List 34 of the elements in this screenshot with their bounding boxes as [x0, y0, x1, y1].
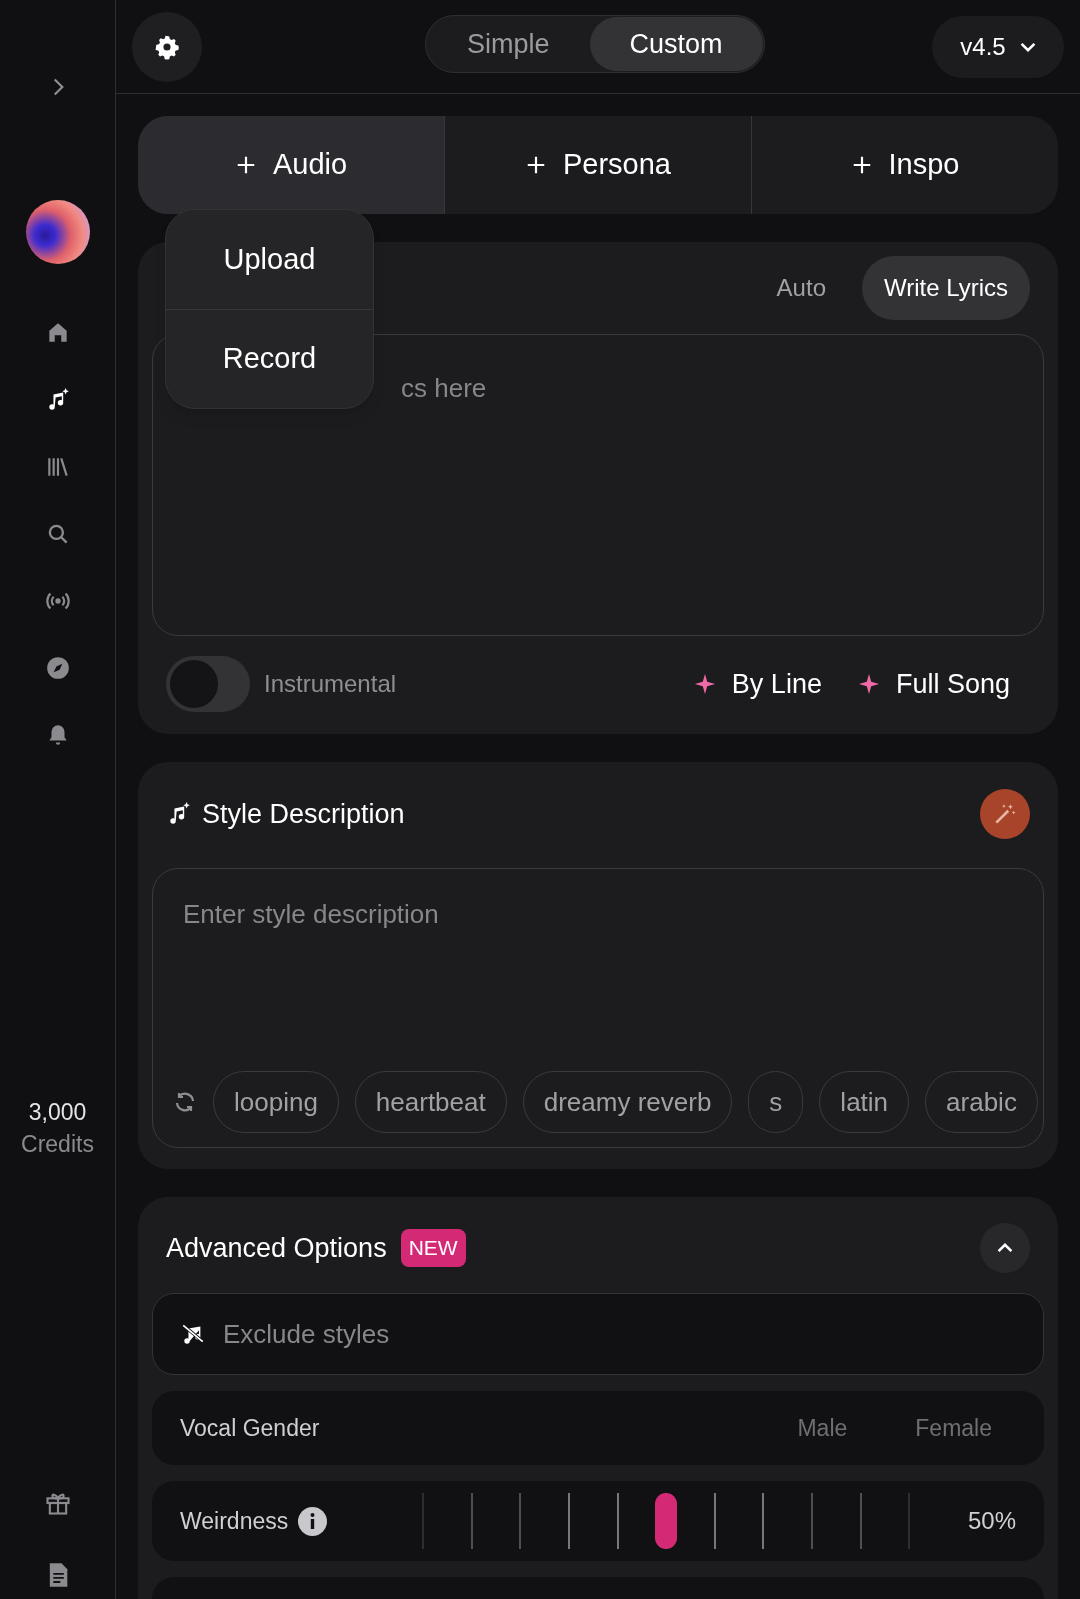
option-label: Weirdness [180, 1506, 289, 1536]
refresh-icon[interactable] [173, 1090, 197, 1114]
chevron-down-icon [1019, 41, 1036, 52]
gender-option[interactable]: Female [891, 1403, 1016, 1454]
info-icon[interactable] [298, 1506, 328, 1536]
credits-amount: 3,000 [28, 1098, 87, 1127]
weirdness-slider[interactable] [423, 1493, 910, 1550]
compass-icon[interactable] [44, 655, 71, 681]
settings-icon [154, 33, 180, 60]
lyrics-mode-tab[interactable]: Write Lyrics [862, 256, 1030, 320]
plus-icon [525, 154, 547, 176]
section-title: Advanced Options [166, 1231, 387, 1265]
generate-lyrics-button[interactable]: Full Song [857, 663, 1010, 705]
chevron-icon [997, 1243, 1013, 1254]
magic-wand-button[interactable] [980, 789, 1030, 839]
add-button[interactable]: Audio [138, 116, 444, 214]
gender-option[interactable]: Male [773, 1403, 872, 1454]
instrumental-toggle[interactable] [166, 656, 250, 712]
style-field[interactable]: Enter style description [183, 895, 783, 934]
mode-tab[interactable]: Custom [589, 17, 763, 71]
info-glyph-icon [310, 1513, 316, 1530]
mode-tab[interactable]: Simple [427, 17, 590, 71]
option-label: Vocal Gender [180, 1414, 320, 1444]
version-dropdown[interactable]: v4.5 [932, 15, 1064, 78]
generate-lyrics-button[interactable]: By Line [693, 663, 822, 705]
slider-value: 50% [967, 1506, 1016, 1537]
slider-thumb[interactable] [655, 1493, 678, 1550]
new-badge: NEW [400, 1229, 466, 1267]
credits-label: Credits [21, 1130, 94, 1159]
lyrics-mode-tab[interactable]: Auto [754, 256, 848, 320]
section-title: Style Description [202, 797, 405, 831]
exclude-styles-field[interactable]: Exclude styles [152, 1293, 1044, 1376]
collapse-button[interactable] [980, 1223, 1030, 1274]
instrumental-label: Instrumental [264, 669, 397, 699]
